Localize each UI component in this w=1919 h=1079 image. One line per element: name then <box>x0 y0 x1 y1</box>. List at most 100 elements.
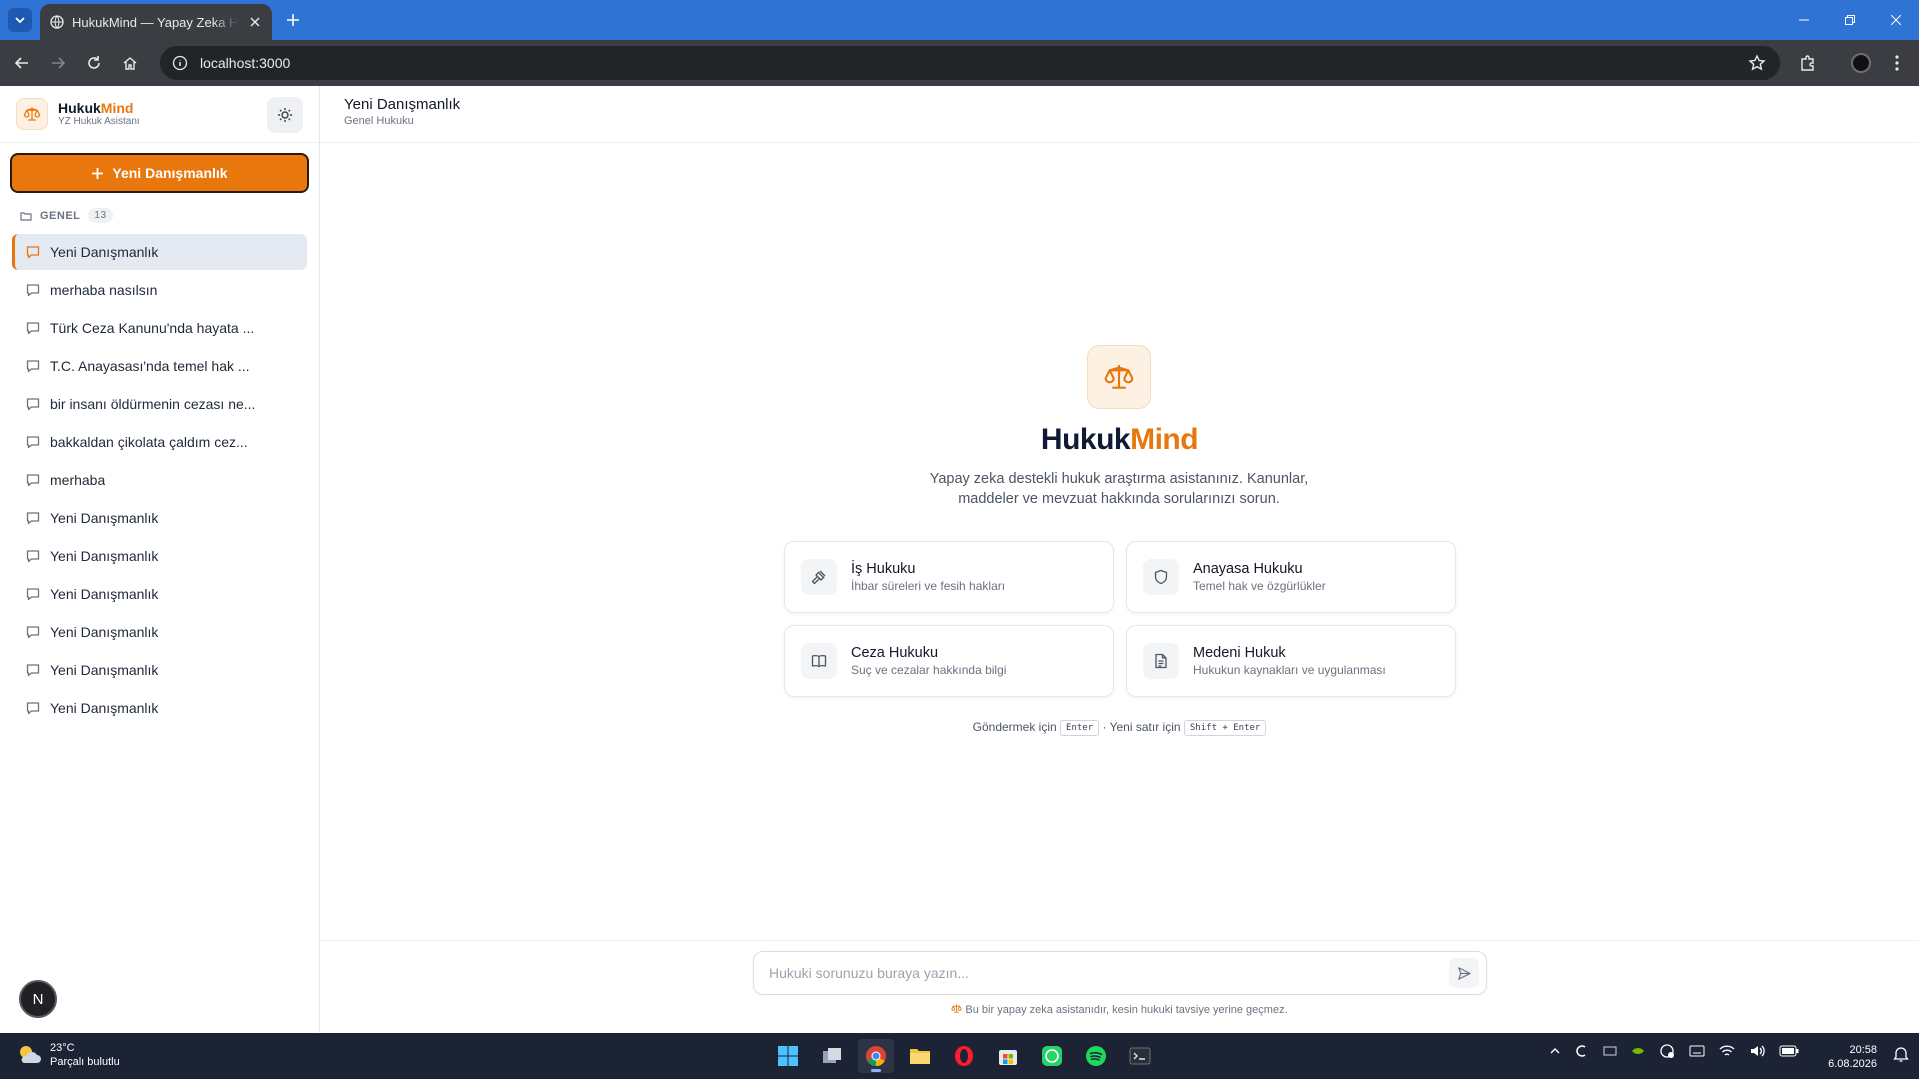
conversation-item[interactable]: Yeni Danışmanlık <box>12 538 307 574</box>
conversation-item[interactable]: Yeni Danışmanlık <box>12 614 307 650</box>
extensions-button[interactable] <box>1796 51 1820 75</box>
conversation-title: Yeni Danışmanlık <box>50 548 159 564</box>
terminal-button[interactable] <box>1122 1039 1158 1073</box>
whatsapp-button[interactable] <box>1034 1039 1070 1073</box>
conversation-item[interactable]: Yeni Danışmanlık <box>12 234 307 270</box>
suggestion-card-civil-law[interactable]: Medeni Hukuk Hukukun kaynakları ve uygul… <box>1126 625 1456 697</box>
conversation-list: Yeni Danışmanlık merhaba nasılsın Türk C… <box>12 234 307 728</box>
conversation-item[interactable]: Yeni Danışmanlık <box>12 500 307 536</box>
theme-toggle-button[interactable] <box>267 97 303 133</box>
file-explorer-button[interactable] <box>902 1039 938 1073</box>
home-button[interactable] <box>118 51 142 75</box>
conversation-title: merhaba <box>50 472 106 488</box>
partly-cloudy-icon <box>20 1046 41 1063</box>
new-consultation-button[interactable]: Yeni Danışmanlık <box>10 153 309 193</box>
shield-icon <box>1154 569 1168 585</box>
conversation-item[interactable]: Yeni Danışmanlık <box>12 652 307 688</box>
card-subtitle: İhbar süreleri ve fesih hakları <box>851 579 1006 593</box>
group-count-badge: 13 <box>88 208 113 223</box>
hero-title-part1: Hukuk <box>1040 423 1131 456</box>
message-icon <box>26 436 40 449</box>
message-icon <box>26 474 40 487</box>
chevron-down-icon <box>15 17 25 24</box>
star-icon <box>1748 54 1766 71</box>
hero-logo <box>1087 345 1151 409</box>
plus-icon <box>287 14 299 26</box>
user-avatar[interactable]: N <box>19 980 57 1018</box>
hero-title-part2: Mind <box>1130 423 1199 456</box>
plus-icon <box>92 167 104 179</box>
clock-time: 20:58 <box>1849 1044 1877 1056</box>
reload-button[interactable] <box>82 51 106 75</box>
tab-search-button[interactable] <box>8 8 32 32</box>
close-window-button[interactable] <box>1873 0 1919 40</box>
hero-description: Yapay zeka destekli hukuk araştırma asis… <box>929 471 1309 507</box>
restore-button[interactable] <box>1827 0 1873 40</box>
conversation-item[interactable]: Türk Ceza Kanunu'nda hayata ... <box>12 310 307 346</box>
close-tab-icon[interactable] <box>246 13 264 31</box>
suggestion-card-labor-law[interactable]: İş Hukuku İhbar süreleri ve fesih haklar… <box>784 541 1114 613</box>
group-header[interactable]: GENEL 13 <box>20 208 113 223</box>
keyboard-icon <box>1689 1045 1705 1057</box>
language-icon <box>1603 1046 1617 1056</box>
notification-button[interactable] <box>1893 1045 1909 1068</box>
send-button[interactable] <box>1449 958 1479 988</box>
conversation-item[interactable]: merhaba <box>12 462 307 498</box>
spotify-button[interactable] <box>1078 1039 1114 1073</box>
new-tab-button[interactable] <box>282 9 304 31</box>
scales-icon <box>1104 365 1134 389</box>
brand-subtitle: YZ Hukuk Asistanı <box>58 116 140 127</box>
new-consultation-label: Yeni Danışmanlık <box>112 165 228 181</box>
forward-button[interactable] <box>46 51 70 75</box>
conversation-item[interactable]: T.C. Anayasası'nda temel hak ... <box>12 348 307 384</box>
profile-avatar-icon <box>1851 53 1871 73</box>
opera-icon <box>955 1046 973 1066</box>
suggestion-card-criminal-law[interactable]: Ceza Hukuku Suç ve cezalar hakkında bilg… <box>784 625 1114 697</box>
conversation-item[interactable]: Yeni Danışmanlık <box>12 690 307 726</box>
conversation-title: Yeni Danışmanlık <box>50 586 159 602</box>
disclaimer-text: Bu bir yapay zeka asistanıdır, kesin huk… <box>965 1004 1288 1016</box>
suggestion-card-constitutional-law[interactable]: Anayasa Hukuku Temel hak ve özgürlükler <box>1126 541 1456 613</box>
conversation-item[interactable]: merhaba nasılsın <box>12 272 307 308</box>
gavel-icon <box>811 570 826 585</box>
chrome-taskbar-button[interactable] <box>858 1039 894 1073</box>
scales-icon <box>951 1004 962 1013</box>
task-view-icon <box>823 1048 841 1063</box>
task-view-button[interactable] <box>814 1039 850 1073</box>
store-button[interactable] <box>990 1039 1026 1073</box>
browser-toolbar: localhost:3000 <box>0 40 1919 86</box>
brand: HukukMind YZ Hukuk Asistanı <box>16 98 140 130</box>
card-subtitle: Suç ve cezalar hakkında bilgi <box>851 663 1007 677</box>
restore-icon <box>1845 15 1855 25</box>
start-button[interactable] <box>770 1039 806 1073</box>
close-icon <box>1891 15 1901 25</box>
conversation-title: Yeni Danışmanlık <box>50 700 159 716</box>
weather-widget[interactable]: 23°C Parçalı bulutlu <box>16 1041 120 1069</box>
profile-button[interactable] <box>1849 51 1873 75</box>
conversation-item[interactable]: Yeni Danışmanlık <box>12 576 307 612</box>
tab-title: HukukMind — Yapay Zeka Hukuk Asistanı <box>72 14 238 30</box>
back-button[interactable] <box>10 51 34 75</box>
card-icon-box <box>1143 559 1179 595</box>
conversation-title: T.C. Anayasası'nda temel hak ... <box>50 358 250 374</box>
conversation-item[interactable]: bakkaldan çikolata çaldım cez... <box>12 424 307 460</box>
chrome-icon <box>866 1046 886 1067</box>
scales-icon <box>23 107 41 121</box>
more-vertical-icon <box>1895 55 1899 71</box>
conversation-item[interactable]: bir insanı öldürmenin cezası ne... <box>12 386 307 422</box>
shift-enter-key-badge: Shift + Enter <box>1183 720 1267 736</box>
opera-button[interactable] <box>946 1039 982 1073</box>
browser-menu-button[interactable] <box>1885 51 1909 75</box>
browser-tab[interactable]: HukukMind — Yapay Zeka Hukuk Asistanı <box>40 4 272 40</box>
site-info-icon <box>172 55 188 71</box>
card-title: Ceza Hukuku <box>851 645 939 661</box>
question-input[interactable] <box>769 965 1449 981</box>
nvidia-icon <box>1632 1048 1644 1054</box>
address-bar[interactable]: localhost:3000 <box>160 46 1780 80</box>
store-icon <box>999 1050 1017 1065</box>
minimize-button[interactable] <box>1781 0 1827 40</box>
composer-area: Bu bir yapay zeka asistanıdır, kesin huk… <box>320 940 1919 1033</box>
weather-temp: 23°C <box>50 1042 75 1054</box>
taskbar-clock[interactable]: 20:58 6.08.2026 <box>1828 1043 1877 1071</box>
card-title: İş Hukuku <box>851 561 916 577</box>
